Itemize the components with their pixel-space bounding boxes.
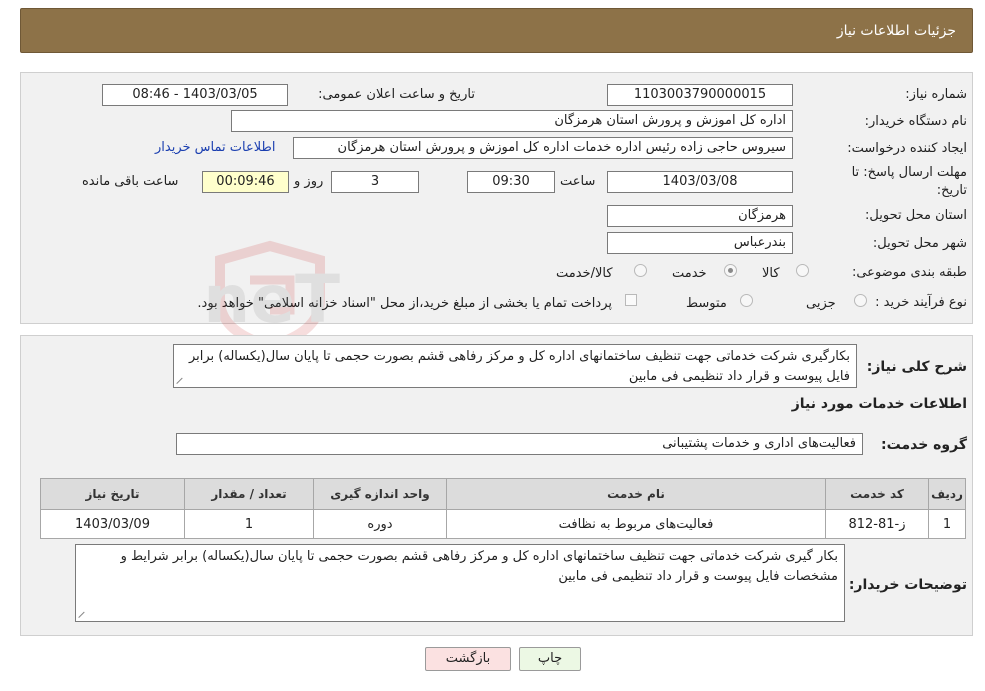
deadline-time-field: 09:30 [467, 171, 555, 193]
cell-quantity: 1 [184, 509, 314, 539]
category-radio-service[interactable] [724, 264, 737, 277]
col-header-service-code: کد خدمت [825, 478, 929, 510]
col-header-service-name: نام خدمت [446, 478, 826, 510]
print-button[interactable]: چاپ [519, 647, 581, 671]
province-label: استان محل تحویل: [865, 208, 967, 223]
city-field: بندرعباس [607, 232, 793, 254]
description-text: بکارگیری شرکت خدماتی جهت تنظیف ساختمانها… [188, 349, 850, 384]
buyer-org-label: نام دستگاه خریدار: [864, 114, 967, 129]
creator-field: سیروس حاجی زاده رئیس اداره خدمات اداره ک… [293, 137, 793, 159]
deadline-time-label: ساعت [560, 174, 596, 189]
purchase-radio-medium[interactable] [740, 294, 753, 307]
category-option-goods: کالا [762, 266, 780, 281]
category-radio-goods[interactable] [796, 264, 809, 277]
province-field: هرمزگان [607, 205, 793, 227]
days-field: 3 [331, 171, 419, 193]
cell-need-date: 1403/03/09 [40, 509, 185, 539]
category-option-service: خدمت [672, 266, 707, 281]
creator-label: ایجاد کننده درخواست: [847, 141, 967, 156]
buyer-notes-textarea: بکار گیری شرکت خدماتی جهت تنظیف ساختمانه… [75, 544, 845, 622]
need-number-label: شماره نیاز: [905, 87, 967, 102]
category-radio-goods-service[interactable] [634, 264, 647, 277]
treasury-payment-checkbox[interactable] [625, 294, 637, 306]
need-number-field: 1103003790000015 [607, 84, 793, 106]
description-textarea: بکارگیری شرکت خدماتی جهت تنظیف ساختمانها… [173, 344, 857, 388]
services-heading: اطلاعات خدمات مورد نیاز [791, 396, 967, 412]
announce-datetime-field: 1403/03/05 - 08:46 [102, 84, 288, 106]
col-header-row-number: ردیف [928, 478, 966, 510]
payment-note: پرداخت تمام یا بخشی از مبلغ خرید،از محل … [197, 296, 612, 311]
cell-unit: دوره [313, 509, 447, 539]
page-header: جزئیات اطلاعات نیاز [20, 8, 973, 53]
buyer-notes-label: توضیحات خریدار: [848, 577, 967, 593]
col-header-need-date: تاریخ نیاز [40, 478, 185, 510]
buyer-contact-link[interactable]: اطلاعات تماس خریدار [155, 140, 275, 155]
resize-grip-icon[interactable] [176, 375, 186, 385]
table-header-row: ردیف کد خدمت نام خدمت واحد اندازه گیری ت… [40, 478, 966, 510]
buyer-notes-text: بکار گیری شرکت خدماتی جهت تنظیف ساختمانه… [120, 549, 838, 584]
service-group-label: گروه خدمت: [881, 437, 967, 453]
announce-label: تاریخ و ساعت اعلان عمومی: [318, 87, 475, 102]
col-header-quantity: تعداد / مقدار [184, 478, 314, 510]
description-label: شرح کلی نیاز: [866, 359, 967, 375]
deadline-label: مهلت ارسال پاسخ: تا [851, 165, 967, 180]
category-label: طبقه بندی موضوعی: [851, 265, 967, 280]
services-table: ردیف کد خدمت نام خدمت واحد اندازه گیری ت… [40, 478, 966, 539]
purchase-option-minor: جزیی [806, 296, 836, 311]
purchase-type-label: نوع فرآیند خرید : [875, 295, 967, 310]
service-group-field: فعالیت‌های اداری و خدمات پشتیبانی [176, 433, 863, 455]
col-header-unit: واحد اندازه گیری [313, 478, 447, 510]
cell-service-name: فعالیت‌های مربوط به نظافت [446, 509, 826, 539]
city-label: شهر محل تحویل: [872, 236, 967, 251]
back-button[interactable]: بازگشت [425, 647, 511, 671]
purchase-option-medium: متوسط [686, 296, 727, 311]
days-label: روز و [294, 174, 324, 189]
category-option-goods-service: کالا/خدمت [556, 266, 613, 281]
deadline-label-2: تاریخ: [936, 183, 967, 198]
cell-row-number: 1 [928, 509, 966, 539]
table-row: 1 ز-81-812 فعالیت‌های مربوط به نظافت دور… [40, 509, 966, 539]
cell-service-code: ز-81-812 [825, 509, 929, 539]
remaining-time-field: 00:09:46 [202, 171, 289, 193]
remaining-label: ساعت باقی مانده [82, 174, 179, 189]
buyer-org-field: اداره کل اموزش و پرورش استان هرمزگان [231, 110, 793, 132]
page-title: جزئیات اطلاعات نیاز [836, 23, 956, 39]
deadline-date-field: 1403/03/08 [607, 171, 793, 193]
resize-grip-icon[interactable] [78, 609, 88, 619]
purchase-radio-minor[interactable] [854, 294, 867, 307]
